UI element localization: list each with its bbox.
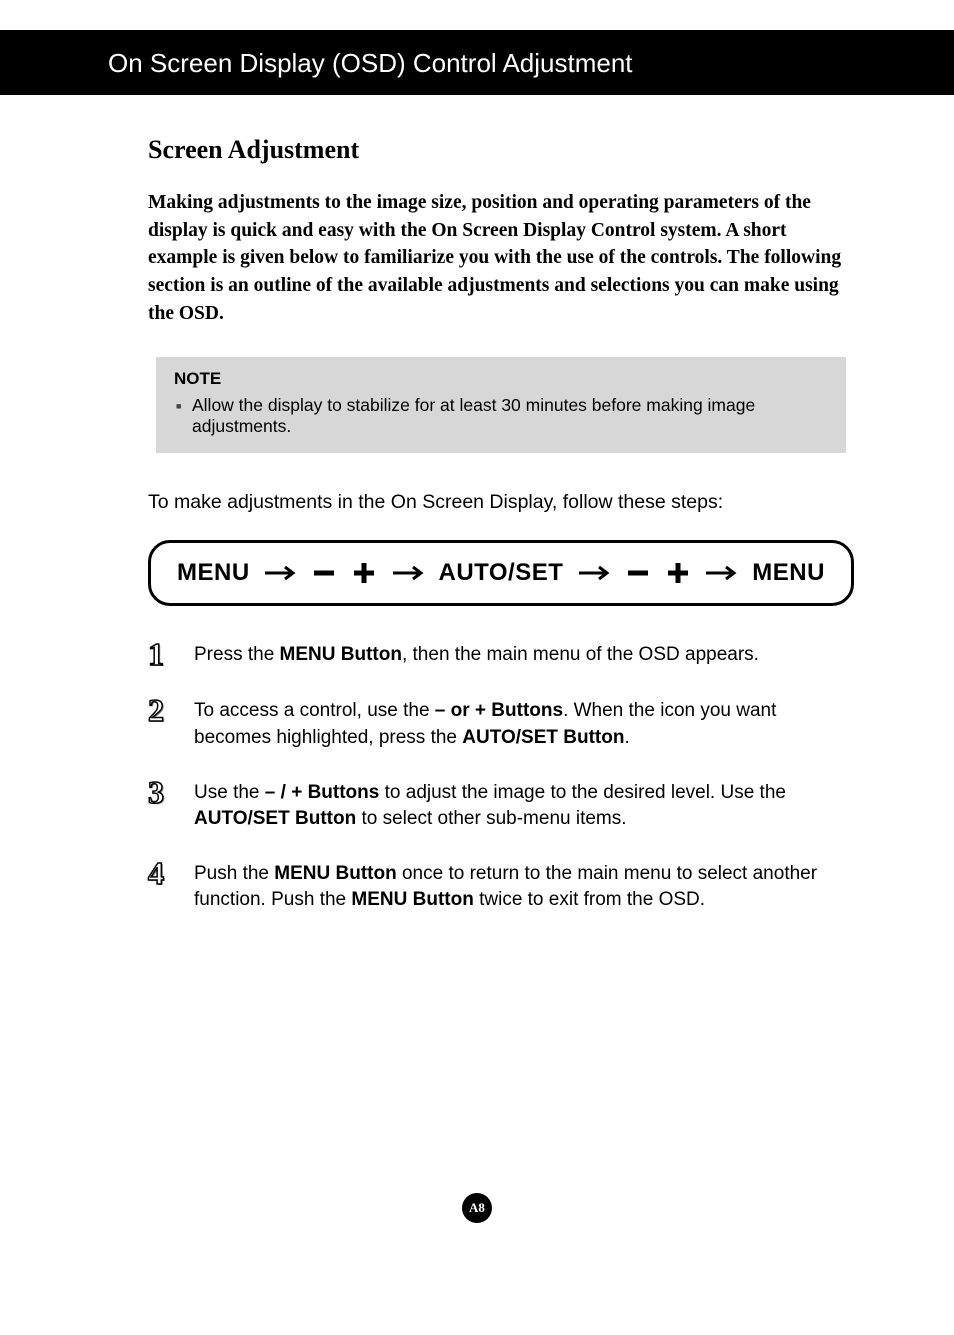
page-header: On Screen Display (OSD) Control Adjustme… bbox=[0, 30, 954, 95]
button-flow-diagram: MENU AUTO/SET MENU bbox=[148, 540, 854, 606]
step-text: Push the MENU Button once to return to t… bbox=[194, 861, 854, 914]
flow-label-autoset: AUTO/SET bbox=[439, 559, 564, 587]
step-3: 3 Use the – / + Buttons to adjust the im… bbox=[148, 780, 854, 833]
section-heading: Screen Adjustment bbox=[148, 135, 854, 165]
step-text: Use the – / + Buttons to adjust the imag… bbox=[194, 780, 854, 833]
arrow-icon bbox=[704, 564, 738, 582]
text: , then the main menu of the OSD appears. bbox=[402, 644, 759, 665]
header-title: On Screen Display (OSD) Control Adjustme… bbox=[108, 48, 633, 78]
bold-text: MENU Button bbox=[280, 644, 402, 665]
note-label: NOTE bbox=[174, 369, 828, 389]
page-number-badge: A8 bbox=[462, 1193, 492, 1223]
intro-paragraph: Making adjustments to the image size, po… bbox=[148, 189, 854, 327]
step-1: 1 Press the MENU Button, then the main m… bbox=[148, 642, 854, 670]
steps-list: 1 Press the MENU Button, then the main m… bbox=[148, 642, 854, 914]
text: . bbox=[624, 727, 629, 748]
bold-text: MENU Button bbox=[274, 863, 396, 884]
text: Use the bbox=[194, 782, 265, 803]
arrow-icon bbox=[391, 564, 425, 582]
content-area: Screen Adjustment Making adjustments to … bbox=[0, 95, 954, 914]
arrow-icon bbox=[263, 564, 297, 582]
step-number: 1 bbox=[148, 638, 176, 670]
step-text: To access a control, use the – or + Butt… bbox=[194, 698, 854, 751]
plus-glyph: + bbox=[291, 782, 302, 803]
step-text: Press the MENU Button, then the main men… bbox=[194, 642, 854, 669]
text: Push the bbox=[194, 863, 274, 884]
steps-lead: To make adjustments in the On Screen Dis… bbox=[148, 491, 854, 514]
crop-mark bbox=[884, 30, 886, 50]
note-box: NOTE Allow the display to stabilize for … bbox=[156, 357, 846, 453]
step-number: 3 bbox=[148, 776, 176, 808]
minus-icon bbox=[311, 564, 337, 582]
bold-text: AUTO/SET Button bbox=[462, 727, 624, 748]
text: / bbox=[275, 782, 291, 803]
text: to select other sub-menu items. bbox=[356, 808, 626, 829]
text: Press the bbox=[194, 644, 280, 665]
note-text: Allow the display to stabilize for at le… bbox=[174, 395, 828, 437]
bold-text: Buttons bbox=[308, 782, 380, 803]
text: to adjust the image to the desired level… bbox=[379, 782, 786, 803]
step-4: 4 Push the MENU Button once to return to… bbox=[148, 861, 854, 914]
text: twice to exit from the OSD. bbox=[474, 889, 705, 910]
text: To access a control, use the bbox=[194, 700, 435, 721]
bold-text: AUTO/SET Button bbox=[194, 808, 356, 829]
step-number: 2 bbox=[148, 694, 176, 726]
arrow-icon bbox=[577, 564, 611, 582]
flow-label-menu: MENU bbox=[177, 559, 250, 587]
plus-icon bbox=[351, 560, 377, 586]
bold-text: – or + Buttons bbox=[435, 700, 563, 721]
flow-label-menu-end: MENU bbox=[752, 559, 825, 587]
crop-mark bbox=[48, 30, 50, 50]
minus-icon bbox=[625, 564, 651, 582]
bold-text: MENU Button bbox=[351, 889, 473, 910]
plus-icon bbox=[665, 560, 691, 586]
step-number: 4 bbox=[148, 857, 176, 889]
minus-glyph: – bbox=[265, 782, 276, 803]
step-2: 2 To access a control, use the – or + Bu… bbox=[148, 698, 854, 751]
